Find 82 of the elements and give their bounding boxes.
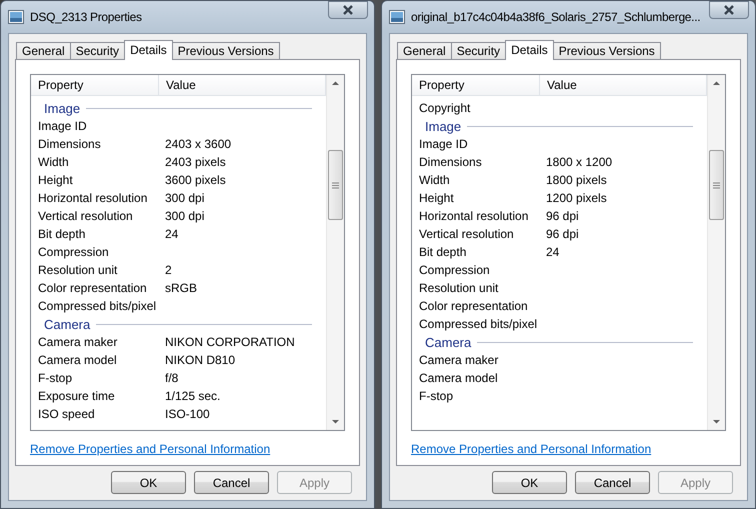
property-value: 2403 pixels (165, 155, 226, 169)
group-heading: Camera (44, 316, 90, 332)
close-icon (723, 5, 735, 15)
tab[interactable]: Security (70, 42, 126, 59)
scroll-thumb[interactable] (709, 150, 724, 220)
property-value: 3600 pixels (165, 173, 226, 187)
property-name: Resolution unit (37, 263, 118, 277)
remove-properties-link[interactable]: Remove Properties and Personal Information (411, 442, 652, 456)
property-value: 96 dpi (546, 209, 579, 223)
close-icon (342, 5, 354, 15)
scroll-thumb[interactable] (328, 150, 343, 220)
property-name: Width (418, 173, 451, 187)
property-name: Height (37, 173, 74, 187)
property-name: Compressed bits/pixel (418, 317, 538, 331)
tab[interactable]: Details (124, 40, 173, 60)
property-name: Vertical resolution (418, 227, 515, 241)
window-title: original_b17c4c04b4a38f6_Solaris_2757_Schlumberge... (411, 10, 700, 24)
property-name: Height (418, 191, 455, 205)
property-name: Camera maker (37, 335, 118, 349)
property-value: 300 dpi (165, 191, 204, 205)
property-name: F-stop (37, 371, 74, 385)
property-value: 1200 pixels (546, 191, 607, 205)
property-name: Horizontal resolution (37, 191, 148, 205)
property-name: Color representation (418, 299, 529, 313)
property-value: sRGB (165, 281, 198, 295)
column-header[interactable]: Property (31, 75, 159, 95)
property-name: Bit depth (37, 227, 86, 241)
property-name: Dimensions (37, 137, 102, 151)
window-title: DSQ_2313 Properties (30, 10, 142, 24)
property-value: 2 (165, 263, 172, 277)
close-button[interactable] (328, 1, 368, 19)
property-name: F-stop (418, 389, 454, 403)
group-heading: Image (425, 118, 462, 134)
property-name: Color representation (37, 281, 148, 295)
image-file-icon (8, 10, 24, 24)
property-value: 24 (165, 227, 178, 241)
tab[interactable]: Details (505, 40, 554, 60)
group-heading: Camera (425, 334, 472, 350)
property-value: 1800 pixels (546, 173, 607, 187)
property-name: ISO speed (37, 407, 96, 421)
column-header[interactable]: Property (412, 75, 540, 95)
property-name: Compression (418, 263, 491, 277)
dialog-button[interactable]: Cancel (575, 471, 650, 494)
property-value: f/8 (165, 371, 178, 385)
property-value: 2403 x 3600 (165, 137, 232, 151)
dialog-button[interactable]: Cancel (194, 471, 269, 494)
property-name: Camera model (37, 353, 118, 367)
dialog-button[interactable]: OK (492, 471, 567, 494)
group-heading: Image (44, 100, 80, 116)
property-value: 1800 x 1200 (546, 155, 612, 169)
tab[interactable]: General (16, 42, 71, 59)
dialog-button[interactable]: OK (111, 471, 186, 494)
property-name: Image ID (418, 137, 469, 151)
scrollbar[interactable] (707, 75, 725, 430)
property-name: Compression (37, 245, 110, 259)
property-name: Image ID (37, 119, 88, 133)
remove-properties-link[interactable]: Remove Properties and Personal Information (30, 442, 270, 456)
property-name: Horizontal resolution (418, 209, 530, 223)
property-name: Width (37, 155, 70, 169)
property-value: NIKON CORPORATION (165, 335, 295, 349)
scrollbar[interactable] (326, 75, 344, 430)
property-name: Camera model (418, 371, 499, 385)
property-name: Dimensions (418, 155, 483, 169)
image-file-icon (389, 10, 405, 24)
property-name: Copyright (418, 101, 472, 115)
property-value: NIKON D810 (165, 353, 236, 367)
property-value: ISO-100 (165, 407, 210, 421)
tab[interactable]: Security (450, 42, 506, 59)
property-name: Camera maker (418, 353, 500, 367)
property-name: Exposure time (37, 389, 116, 403)
property-value: 24 (546, 245, 560, 259)
property-value: 1/125 sec. (165, 389, 220, 403)
close-button[interactable] (709, 1, 749, 19)
tab[interactable]: General (397, 42, 452, 59)
tab[interactable]: Previous Versions (552, 42, 661, 59)
property-value: 96 dpi (546, 227, 579, 241)
property-name: Bit depth (418, 245, 468, 259)
property-value: 300 dpi (165, 209, 204, 223)
property-name: Vertical resolution (37, 209, 134, 223)
tab[interactable]: Previous Versions (172, 42, 280, 59)
property-name: Compressed bits/pixel (37, 299, 158, 313)
property-name: Resolution unit (418, 281, 500, 295)
